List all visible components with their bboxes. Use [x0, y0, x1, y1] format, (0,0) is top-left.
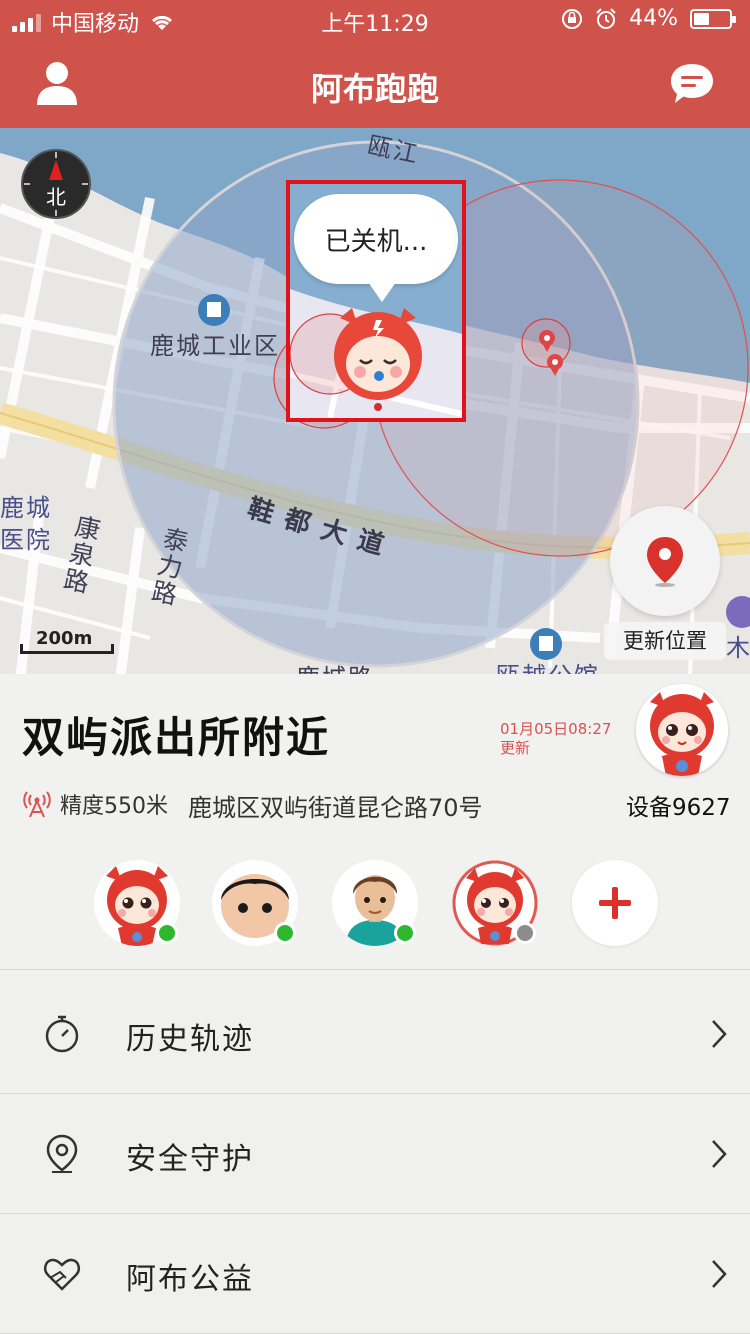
accuracy-label: 精度550米 [60, 794, 168, 819]
compass-label: 北 [46, 185, 66, 209]
map-label-partial-right: 木 [726, 634, 750, 662]
menu-item-label: 安全守护 [126, 1142, 254, 1177]
menu-item-safety[interactable]: 安全守护 [0, 1094, 750, 1214]
alarm-icon [596, 7, 616, 29]
antenna-icon [23, 791, 51, 818]
status-dot-online [274, 922, 296, 944]
menu-item-history[interactable]: 历史轨迹 [0, 974, 750, 1094]
status-bar: 中国移动 上午11:29 44% [0, 0, 750, 40]
map-label-hospital-line2: 医院 [0, 526, 52, 554]
menu-item-charity[interactable]: 阿布公益 [0, 1214, 750, 1334]
device-name: 设备9627 [626, 795, 731, 821]
update-date: 01月05日08:27 [500, 720, 612, 738]
status-bubble: 已关机... [294, 194, 458, 302]
menu-item-label: 阿布公益 [126, 1262, 254, 1297]
device-mascot-icon [334, 308, 422, 411]
mascot-avatar-icon [636, 684, 728, 776]
map-scale: 200m [20, 628, 116, 656]
device-avatar[interactable] [636, 684, 728, 776]
heart-hand-icon [43, 1258, 81, 1291]
stopwatch-icon [45, 1015, 79, 1053]
chevron-right-icon [712, 1020, 727, 1048]
add-member-button[interactable] [572, 860, 658, 946]
member-avatar-3[interactable] [332, 860, 418, 946]
status-right: 44% [561, 6, 736, 31]
location-pin-icon [46, 1134, 78, 1173]
feature-menu: 历史轨迹 安全守护 阿布公益 [0, 974, 750, 1334]
device-marker-popup[interactable]: 已关机... [286, 180, 466, 422]
page-title: 阿布跑跑 [310, 70, 439, 108]
location-title: 双屿派出所附近 [22, 713, 331, 762]
scale-bar [20, 644, 114, 654]
menu-item-label: 历史轨迹 [126, 1022, 254, 1057]
map-view[interactable]: 瓯江 鹿城工业区 鞋都大道 康泉路 泰力路 鹿城 医院 瓯越公馆 鹿城路 木 北… [0, 128, 750, 680]
update-location-label[interactable]: 更新位置 [604, 622, 726, 660]
map-label-district: 鹿城工业区 [150, 332, 280, 360]
location-pin-red-icon [647, 537, 683, 587]
accuracy-info: 精度550米 [22, 788, 168, 820]
address-label: 鹿城区双屿街道昆仑路70号 [188, 794, 483, 822]
plus-icon [599, 887, 631, 919]
member-avatar-4-selected[interactable] [452, 860, 538, 946]
rotation-lock-icon [562, 8, 583, 29]
chevron-right-icon [712, 1260, 727, 1288]
battery-percent: 44% [629, 6, 678, 31]
update-time: 01月05日08:27 更新 [500, 720, 611, 758]
member-list [0, 860, 750, 950]
member-avatar-1[interactable] [94, 860, 180, 946]
compass-icon[interactable]: 北 [20, 148, 92, 220]
status-dot-online [156, 922, 178, 944]
battery-icon [690, 8, 736, 29]
member-avatar-2[interactable] [212, 860, 298, 946]
map-label-hospital-line1: 鹿城 [0, 494, 52, 522]
message-icon[interactable] [668, 60, 716, 108]
device-info-panel: 双屿派出所附近 01月05日08:27 更新 精度550米 鹿城区双屿街道昆仑路… [0, 674, 750, 970]
chevron-right-icon [712, 1140, 727, 1168]
status-dot-offline [514, 922, 536, 944]
status-dot-online [394, 922, 416, 944]
update-suffix: 更新 [500, 739, 531, 757]
update-location-button[interactable] [610, 506, 720, 616]
app-header: 阿布跑跑 [0, 40, 750, 128]
